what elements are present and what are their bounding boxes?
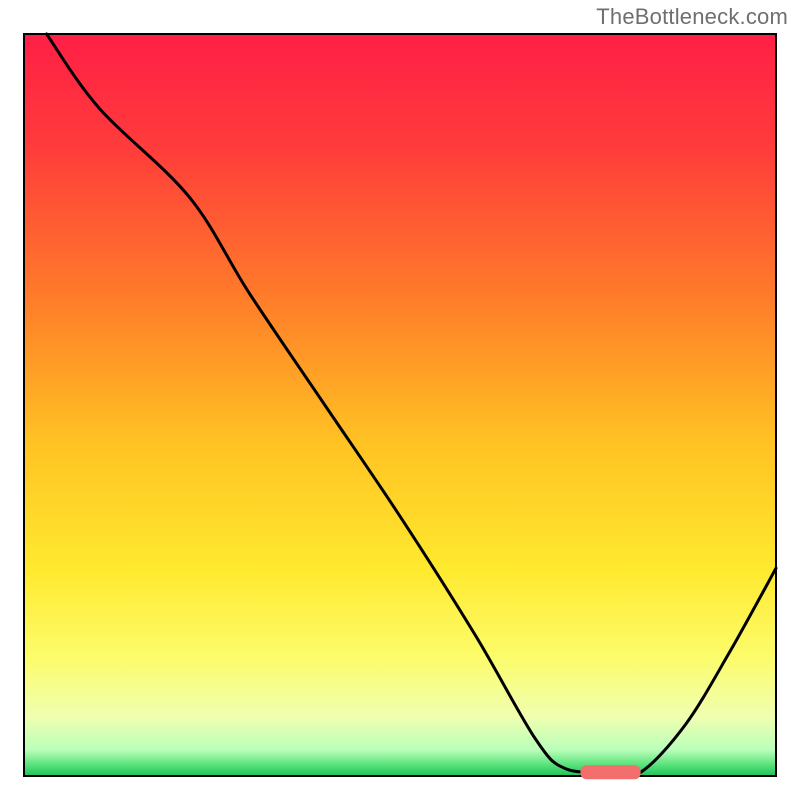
- bottleneck-chart: [0, 0, 800, 800]
- watermark-text: TheBottleneck.com: [596, 4, 788, 30]
- optimal-zone-marker: [580, 765, 640, 779]
- chart-frame: TheBottleneck.com: [0, 0, 800, 800]
